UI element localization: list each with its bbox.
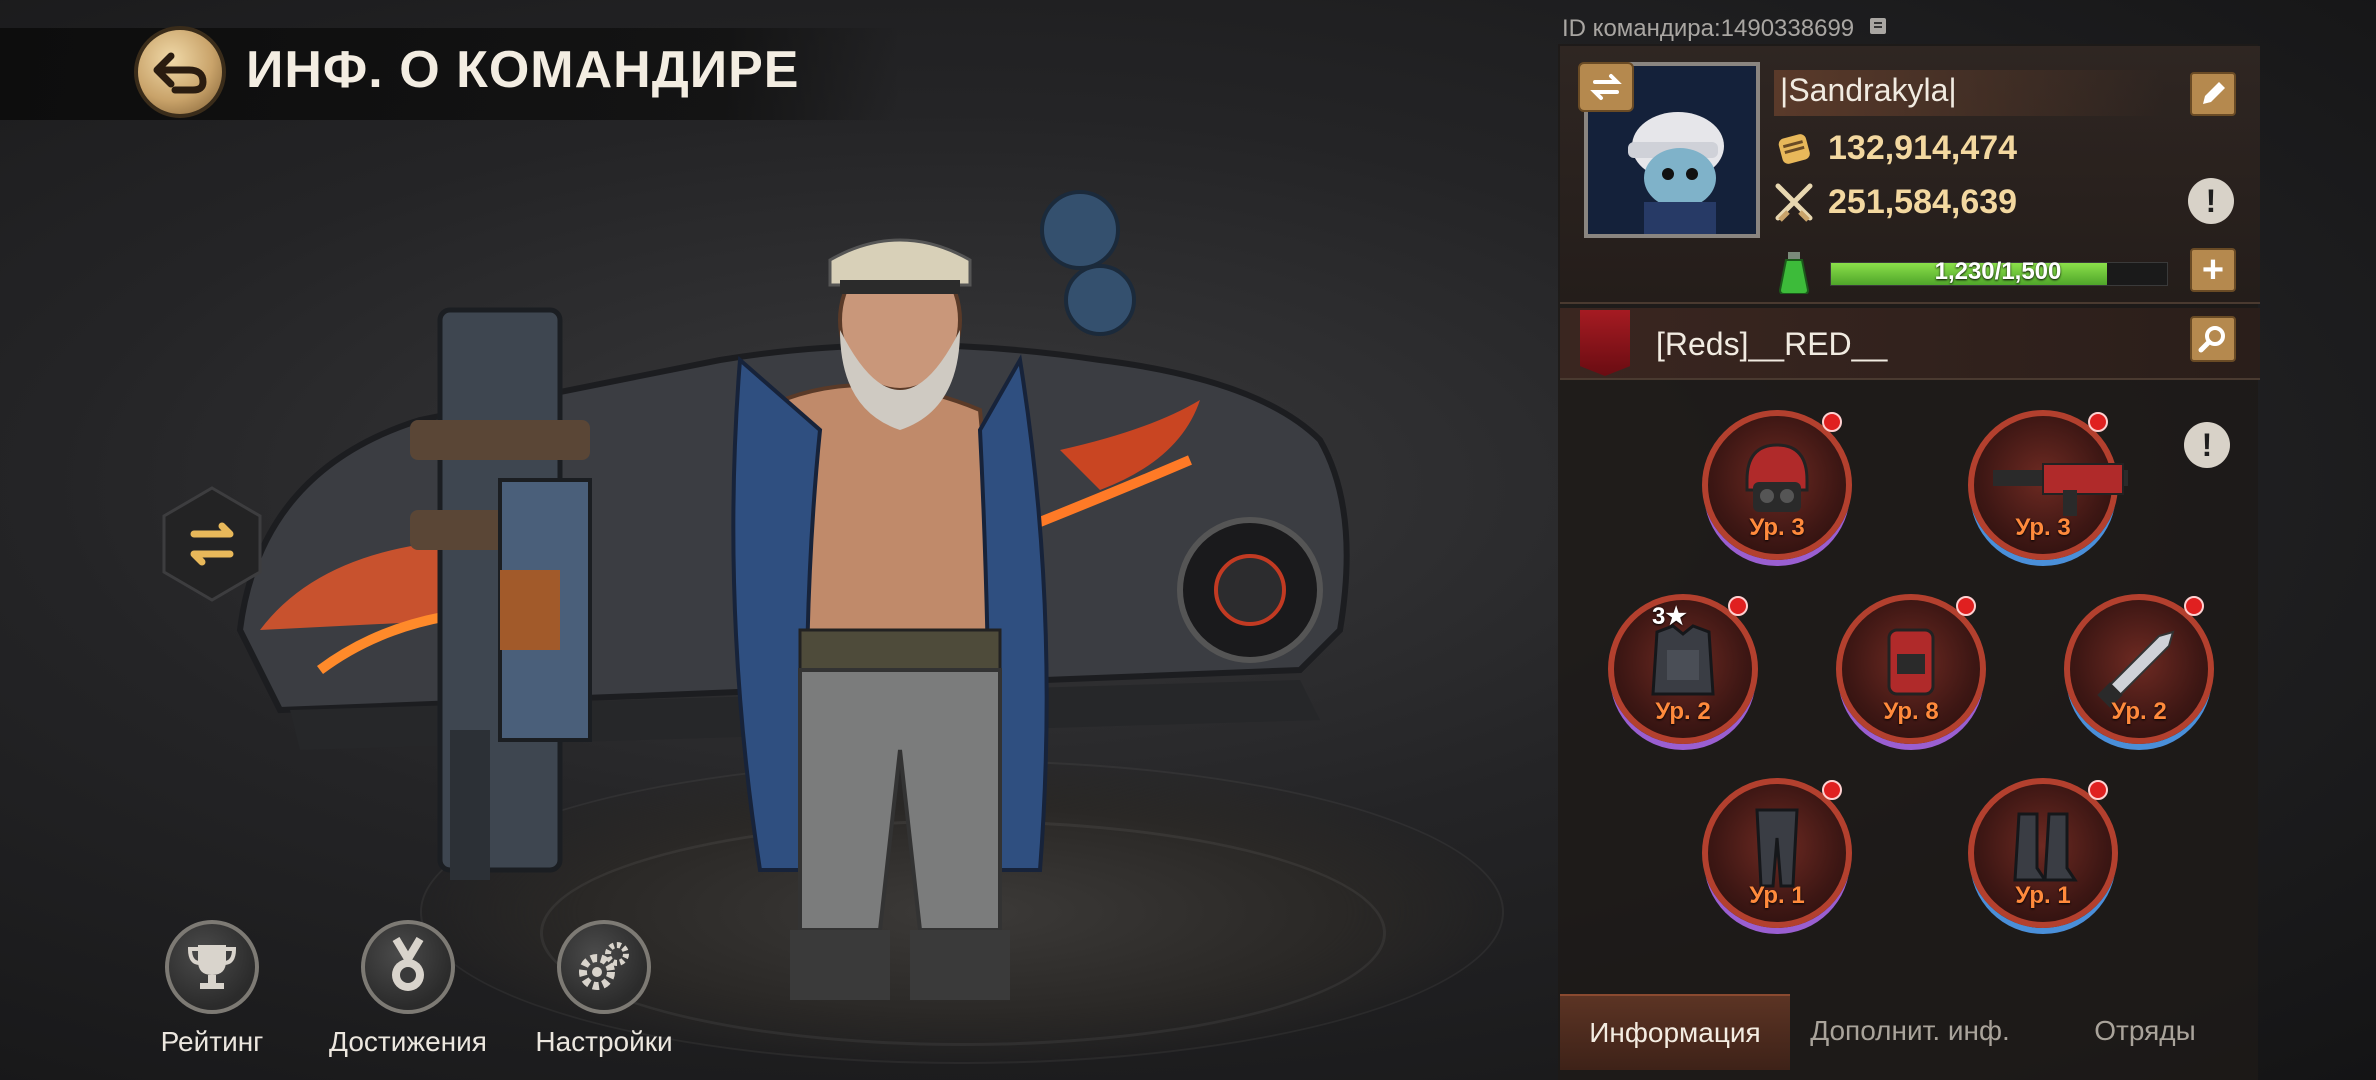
power-fist-icon	[1778, 134, 1810, 164]
tab-info[interactable]: Информация	[1560, 994, 1790, 1070]
settings-label: Настройки	[535, 1026, 673, 1057]
equip-level: Ур. 1	[2015, 882, 2071, 909]
avatar-swap-button[interactable]	[1578, 62, 1634, 112]
tab-squads[interactable]: Отряды	[2030, 994, 2260, 1068]
equip-level: Ур. 8	[1883, 698, 1939, 725]
alliance-flag-icon	[1580, 310, 1630, 376]
trophy-icon	[187, 945, 237, 989]
commander-character-art	[236, 190, 1350, 1000]
search-icon	[2198, 326, 2225, 353]
equip-stars: 3★	[1652, 603, 1687, 630]
equip-slot-backpack[interactable]: Ур. 8	[1836, 594, 1986, 744]
alert-dot	[1822, 412, 1842, 432]
alliance-search-button[interactable]	[2190, 316, 2236, 362]
equipment-info-button[interactable]: !	[2184, 422, 2230, 468]
equip-level: Ур. 2	[1655, 698, 1711, 725]
back-arrow-icon	[153, 52, 207, 94]
alert-dot	[1728, 596, 1748, 616]
rating-icon-circle	[165, 920, 259, 1014]
alert-dot	[2088, 412, 2108, 432]
kills-row: 251,584,639	[1774, 182, 2017, 222]
settings-button[interactable]: Настройки	[514, 920, 694, 1058]
equip-level: Ур. 1	[1749, 882, 1805, 909]
medal-icon	[392, 937, 424, 991]
back-button[interactable]	[134, 26, 226, 118]
achievements-label: Достижения	[329, 1026, 487, 1057]
player-name: |Sandrakyla|	[1780, 72, 1957, 108]
equip-level: Ур. 3	[2015, 514, 2071, 541]
rating-button[interactable]: Рейтинг	[122, 920, 302, 1058]
add-stamina-button[interactable]: +	[2190, 248, 2236, 292]
stamina-potion-icon	[1776, 250, 1812, 299]
equip-slot-knife[interactable]: Ур. 2	[2064, 594, 2214, 744]
alert-dot	[2088, 780, 2108, 800]
equip-slot-pants[interactable]: Ур. 1	[1702, 778, 1852, 928]
settings-icon-circle	[557, 920, 651, 1014]
power-value: 132,914,474	[1828, 128, 2018, 167]
copy-icon[interactable]	[1867, 14, 1891, 45]
equip-slot-rifle[interactable]: Ур. 3	[1968, 410, 2128, 560]
achievements-icon-circle	[361, 920, 455, 1014]
equip-level: Ур. 2	[2111, 698, 2167, 725]
alert-dot	[2184, 596, 2204, 616]
stamina-text: 1,230/1,500	[1934, 258, 2062, 285]
swap-icon	[1590, 74, 1622, 100]
crossed-swords-icon	[1775, 183, 1813, 222]
gear-icon	[579, 942, 629, 990]
kills-value: 251,584,639	[1828, 182, 2018, 221]
commander-id-label: ID командира:1490338699	[1562, 14, 1855, 42]
equip-slot-boots[interactable]: Ур. 1	[1968, 778, 2118, 928]
equip-level: Ур. 3	[1749, 514, 1805, 541]
swap-appearance-button[interactable]	[160, 486, 264, 602]
edit-name-button[interactable]	[2190, 72, 2236, 116]
achievements-button[interactable]: Достижения	[318, 920, 498, 1060]
commander-id-text: ID командира:1490338699	[1562, 14, 1891, 45]
equip-slot-helmet[interactable]: Ур. 3	[1702, 410, 1852, 560]
alliance-name[interactable]: [Reds]__RED__	[1656, 326, 1887, 363]
tab-additional-info[interactable]: Дополнит. инф.	[1790, 994, 2030, 1068]
pencil-icon	[2203, 82, 2225, 104]
power-row: 132,914,474	[1774, 128, 2017, 168]
swap-icon	[162, 486, 262, 602]
alert-dot	[1822, 780, 1842, 800]
page-title: ИНФ. О КОМАНДИРЕ	[246, 41, 800, 99]
stats-info-button[interactable]: !	[2188, 178, 2234, 224]
equip-slot-armor[interactable]: 3★ Ур. 2	[1608, 594, 1758, 744]
rating-label: Рейтинг	[160, 1026, 264, 1057]
alert-dot	[1956, 596, 1976, 616]
